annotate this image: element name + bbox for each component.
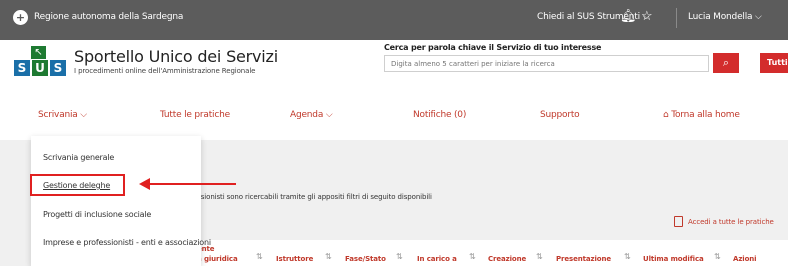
sort-icon[interactable]: ⇅ xyxy=(624,252,631,261)
nav-tutte-pratiche[interactable]: Tutte le pratiche xyxy=(160,110,230,120)
search-label: Cerca per parola chiave il Servizio di t… xyxy=(384,43,602,52)
column-header-fase[interactable]: Fase/Stato xyxy=(345,255,386,263)
document-icon xyxy=(674,216,683,227)
nav-label: Scrivania xyxy=(38,110,78,120)
search-icon: ⌕ xyxy=(722,56,730,69)
chevron-down-icon: ⌵ xyxy=(80,110,87,120)
logo-letters: S U S xyxy=(14,60,66,76)
column-header-istruttore[interactable]: Istruttore xyxy=(276,255,313,263)
sort-icon[interactable]: ⇅ xyxy=(325,252,332,261)
nav-label: Agenda xyxy=(290,110,324,120)
arrow-left-icon xyxy=(139,178,150,190)
column-header-modifica[interactable]: Ultima modifica xyxy=(643,255,704,263)
bell-icon[interactable]: 🔔︎ xyxy=(620,9,637,25)
dropdown-item-scrivania-generale[interactable]: Scrivania generale xyxy=(43,153,114,162)
content-description: essionisti sono ricercabili tramite gli … xyxy=(193,193,432,201)
sort-icon[interactable]: ⇅ xyxy=(396,252,403,261)
logo-letter: U xyxy=(32,60,48,76)
column-header-carico[interactable]: In carico a xyxy=(417,255,457,263)
column-header-azioni: Azioni xyxy=(733,255,757,263)
region-logo-icon: + xyxy=(13,10,28,25)
access-all-link[interactable]: Accedi a tutte le pratiche xyxy=(688,218,774,226)
sort-icon[interactable]: ⇅ xyxy=(256,252,263,261)
dropdown-item-progetti-inclusione[interactable]: Progetti di inclusione sociale xyxy=(43,210,151,219)
nav-home[interactable]: ⌂ Torna alla home xyxy=(663,110,740,120)
user-menu[interactable]: Lucia Mondella ⌵ xyxy=(688,12,762,22)
annotation-arrow xyxy=(148,183,236,185)
arrow-icon: ↖ xyxy=(31,46,46,59)
dropdown-item-imprese-professionisti[interactable]: Imprese e professionisti - enti e associ… xyxy=(43,238,211,247)
column-header-presentazione[interactable]: Presentazione xyxy=(556,255,611,263)
brand-subtitle: I procedimenti online dell'Amministrazio… xyxy=(74,67,256,75)
user-name: Lucia Mondella xyxy=(688,12,753,22)
home-icon: ⌂ xyxy=(663,110,669,120)
column-header-ragione[interactable]: ente a giuridica xyxy=(197,244,238,264)
top-bar: + Regione autonoma della Sardegna Chiedi… xyxy=(0,0,788,40)
star-icon[interactable]: ☆ xyxy=(641,9,653,25)
sort-icon[interactable]: ⇅ xyxy=(714,252,721,261)
chevron-down-icon: ⌵ xyxy=(755,12,762,22)
search-filter-button[interactable]: Tutti xyxy=(760,53,788,73)
region-name[interactable]: Regione autonoma della Sardegna xyxy=(34,12,183,22)
logo-letter: S xyxy=(50,60,66,76)
nav-notifiche[interactable]: Notifiche (0) xyxy=(413,110,466,120)
search-input[interactable] xyxy=(384,55,709,72)
highlight-box xyxy=(30,174,125,196)
logo-letter: S xyxy=(14,60,30,76)
nav-label: Torna alla home xyxy=(671,110,740,120)
nav-supporto[interactable]: Supporto xyxy=(540,110,580,120)
sus-logo[interactable]: ↖ S U S xyxy=(14,46,66,76)
sort-icon[interactable]: ⇅ xyxy=(469,252,476,261)
brand-title[interactable]: Sportello Unico dei Servizi xyxy=(74,47,278,66)
column-header-creazione[interactable]: Creazione xyxy=(488,255,526,263)
help-link[interactable]: Chiedi al SUS xyxy=(537,12,595,22)
topbar-divider xyxy=(676,8,677,28)
nav-scrivania[interactable]: Scrivania ⌵ xyxy=(38,110,87,120)
chevron-down-icon: ⌵ xyxy=(325,110,333,120)
nav-agenda[interactable]: Agenda ⌵ xyxy=(290,110,333,120)
sort-icon[interactable]: ⇅ xyxy=(536,252,543,261)
search-button[interactable]: ⌕ xyxy=(713,53,739,73)
